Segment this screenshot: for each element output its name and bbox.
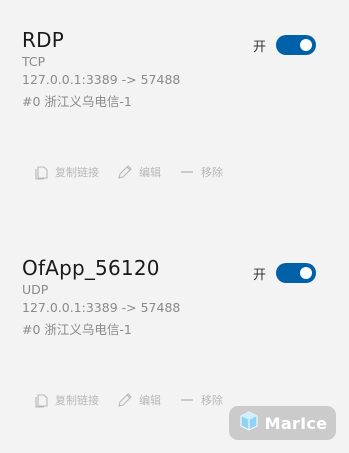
minus-icon: [179, 392, 195, 408]
watermark-badge: MarIce: [229, 406, 336, 440]
tunnel-protocol: TCP: [22, 54, 46, 69]
copy-link-button[interactable]: 复制链接: [33, 392, 99, 408]
ice-cube-icon: [238, 410, 260, 436]
remove-button[interactable]: 移除: [179, 392, 223, 408]
copy-link-label: 复制链接: [55, 166, 99, 179]
enable-toggle-group: 开: [253, 263, 316, 283]
tunnel-node: #0 浙江义乌电信-1: [22, 322, 132, 337]
edit-label: 编辑: [139, 394, 161, 407]
enable-toggle[interactable]: [276, 263, 316, 283]
tunnel-card: RDP TCP 127.0.0.1:3389 -> 57488 #0 浙江义乌电…: [0, 0, 349, 225]
minus-icon: [179, 164, 195, 180]
edit-button[interactable]: 编辑: [117, 392, 161, 408]
toggle-knob: [300, 39, 312, 51]
remove-label: 移除: [201, 166, 223, 179]
tunnel-mapping: 127.0.0.1:3389 -> 57488: [22, 300, 181, 315]
tunnel-actions: 复制链接 编辑 移除: [33, 392, 241, 408]
tunnel-node: #0 浙江义乌电信-1: [22, 94, 132, 109]
pencil-icon: [117, 392, 133, 408]
copy-icon: [33, 392, 49, 408]
copy-link-button[interactable]: 复制链接: [33, 164, 99, 180]
toggle-label: 开: [252, 39, 266, 55]
enable-toggle[interactable]: [276, 35, 316, 55]
copy-icon: [33, 164, 49, 180]
edit-label: 编辑: [139, 166, 161, 179]
pencil-icon: [117, 164, 133, 180]
watermark-text: MarIce: [264, 413, 328, 433]
toggle-label: 开: [252, 267, 266, 283]
tunnel-protocol: UDP: [22, 282, 49, 297]
toggle-knob: [300, 267, 312, 279]
tunnel-mapping: 127.0.0.1:3389 -> 57488: [22, 72, 181, 87]
enable-toggle-group: 开: [253, 35, 316, 55]
remove-label: 移除: [201, 394, 223, 407]
copy-link-label: 复制链接: [55, 394, 99, 407]
tunnel-actions: 复制链接 编辑 移除: [33, 164, 241, 180]
edit-button[interactable]: 编辑: [117, 164, 161, 180]
tunnel-name: RDP: [22, 28, 64, 52]
remove-button[interactable]: 移除: [179, 164, 223, 180]
tunnel-name: OfApp_56120: [22, 256, 160, 280]
